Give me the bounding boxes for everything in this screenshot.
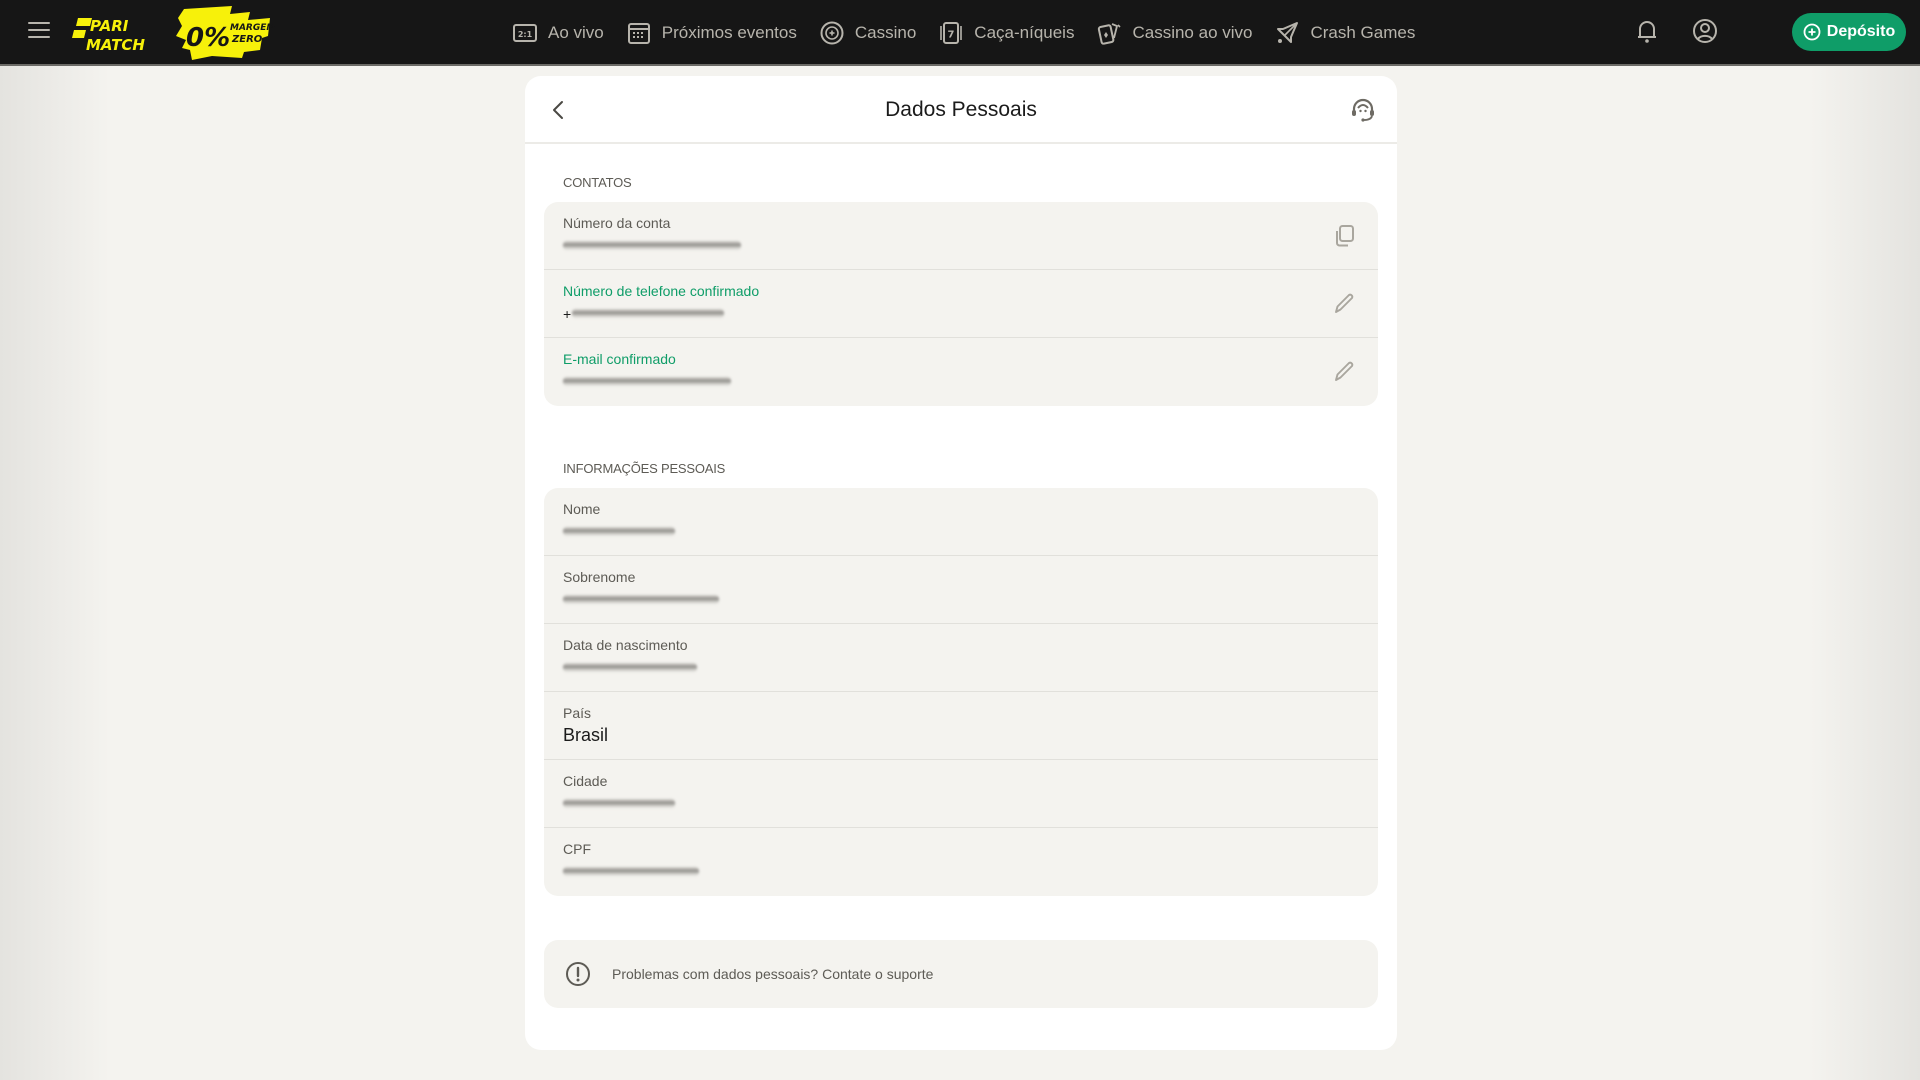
nav-label: Ao vivo: [548, 23, 604, 42]
menu-icon[interactable]: [28, 22, 50, 40]
nav-crash-games[interactable]: Crash Games: [1274, 20, 1415, 46]
field-label: Número de telefone confirmado: [563, 283, 760, 299]
field-label: CPF: [563, 841, 591, 857]
plus-circle-icon: [1803, 23, 1821, 41]
nav-cassino-ao-vivo[interactable]: Cassino ao vivo: [1096, 20, 1252, 46]
field-label: Cidade: [563, 773, 608, 789]
copy-icon[interactable]: [1330, 222, 1358, 250]
promo-percent: 0%: [186, 23, 230, 53]
casino-chip-icon: [820, 21, 844, 45]
row-pais: País Brasil: [544, 692, 1378, 760]
parimatch-logo[interactable]: PARI MATCH 0% MARGEM ZERO: [72, 6, 282, 60]
field-label: E-mail confirmado: [563, 351, 676, 367]
nav-label: Cassino ao vivo: [1132, 23, 1253, 42]
field-label: País: [563, 705, 592, 721]
support-headset-icon[interactable]: [1347, 94, 1379, 126]
redacted-value: [563, 241, 741, 250]
contacts-heading: CONTATOS: [563, 175, 632, 190]
deposit-button[interactable]: Depósito: [1792, 13, 1906, 51]
page-title: Dados Pessoais: [885, 98, 1037, 121]
redacted-value: [572, 309, 724, 318]
rocket-icon: [1277, 22, 1299, 43]
nav-cassino[interactable]: Cassino: [819, 20, 916, 46]
field-label: Número da conta: [563, 215, 671, 231]
row-sobrenome: Sobrenome: [544, 556, 1378, 624]
support-notice-text[interactable]: Problemas com dados pessoais? Contate o …: [612, 966, 933, 982]
redacted-value: [563, 527, 675, 536]
logo-text-pari: PARI: [90, 17, 129, 35]
logo-graphic: PARI MATCH 0% MARGEM ZERO: [72, 6, 275, 60]
redacted-value: [563, 799, 675, 808]
card-header: Dados Pessoais: [525, 76, 1397, 144]
nav-proximos-eventos[interactable]: Próximos eventos: [626, 20, 797, 46]
phone-prefix: +: [563, 306, 572, 322]
nav-label: Crash Games: [1310, 23, 1416, 42]
contacts-group: Número da conta Número de telefone confi…: [544, 202, 1378, 406]
edit-pencil-icon[interactable]: [1330, 290, 1358, 318]
redacted-value: [563, 663, 697, 672]
slot-machine-icon: 7: [940, 22, 963, 44]
nav-label: Cassino: [854, 23, 917, 42]
field-label: Sobrenome: [563, 569, 636, 585]
field-label: Nome: [563, 501, 601, 517]
nav-caca-niqueis[interactable]: 7 Caça-níqueis: [938, 20, 1074, 46]
alert-circle-icon: [566, 962, 590, 986]
field-label: Data de nascimento: [563, 637, 688, 653]
promo-line2: ZERO: [231, 34, 263, 45]
row-data-nascimento: Data de nascimento: [544, 624, 1378, 692]
redacted-value: [563, 867, 699, 876]
nav-label: Próximos eventos: [661, 23, 797, 42]
deposit-label: Depósito: [1826, 23, 1896, 40]
row-phone: Número de telefone confirmado +: [544, 270, 1378, 338]
edit-pencil-icon[interactable]: [1330, 358, 1358, 386]
field-value: Brasil: [563, 725, 609, 745]
promo-line1: MARGEM: [230, 23, 275, 33]
personal-info-group: Nome Sobrenome Data de nascimento País B…: [544, 488, 1378, 896]
svg-text:7: 7: [948, 30, 955, 41]
logo-text-match: MATCH: [86, 36, 145, 54]
main-nav: 2:1 Ao vivo Próximos eventos Cassino 7 C…: [512, 0, 1415, 66]
row-cpf: CPF: [544, 828, 1378, 896]
playing-cards-icon: [1098, 23, 1122, 45]
account-icon[interactable]: [1690, 16, 1720, 46]
personal-info-heading: INFORMAÇÕES PESSOAIS: [563, 461, 726, 476]
live-score-icon: 2:1: [513, 24, 537, 42]
row-nome: Nome: [544, 488, 1378, 556]
redacted-value: [563, 595, 719, 604]
nav-ao-vivo[interactable]: 2:1 Ao vivo: [512, 20, 604, 46]
row-email: E-mail confirmado: [544, 338, 1378, 406]
row-cidade: Cidade: [544, 760, 1378, 828]
support-notice[interactable]: Problemas com dados pessoais? Contate o …: [544, 940, 1378, 1008]
calendar-icon: [627, 23, 650, 44]
notifications-bell-icon[interactable]: [1632, 16, 1662, 46]
personal-data-card: Dados Pessoais CONTATOS Número da conta …: [525, 76, 1397, 1050]
nav-label: Caça-níqueis: [974, 23, 1075, 42]
row-account-number: Número da conta: [544, 202, 1378, 270]
svg-text:2:1: 2:1: [518, 30, 533, 39]
redacted-value: [563, 377, 731, 386]
top-navigation-bar: PARI MATCH 0% MARGEM ZERO 2:1 Ao vivo Pr…: [0, 0, 1920, 66]
